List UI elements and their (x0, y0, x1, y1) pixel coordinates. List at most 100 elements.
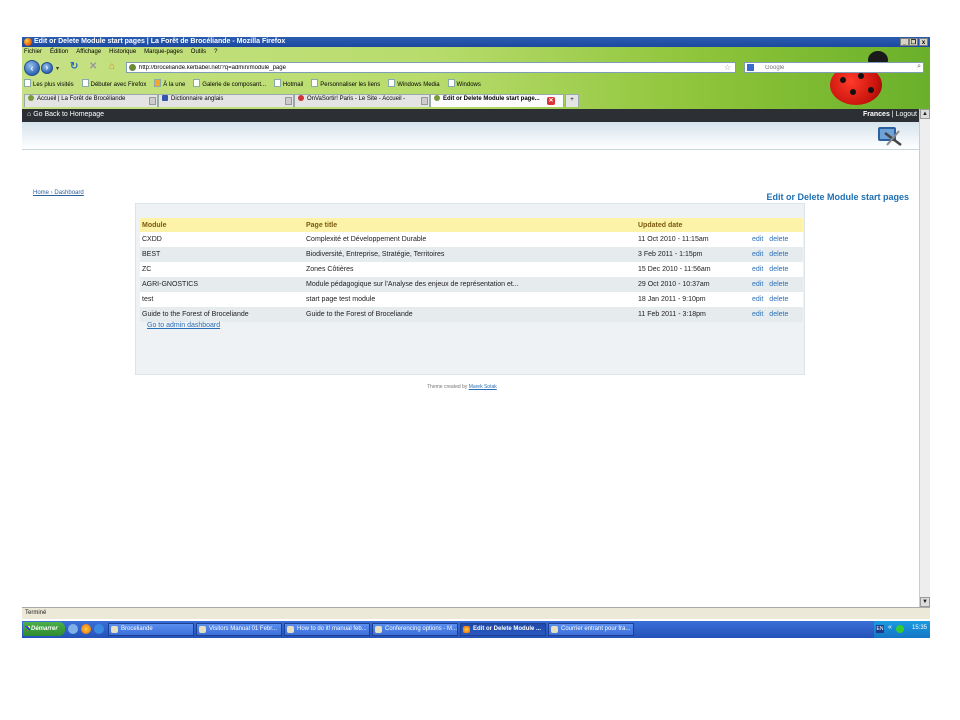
url-input[interactable] (139, 64, 699, 72)
browser-chrome: Fichier Édition Affichage Historique Mar… (22, 47, 930, 109)
delete-link[interactable]: delete (769, 236, 788, 243)
menu-edition[interactable]: Édition (50, 49, 68, 55)
table-row: AGRI-GNOSTICS Module pédagogique sur l'A… (140, 277, 803, 292)
cell-actions: edit delete (752, 307, 803, 322)
status-bar: Terminé (22, 607, 930, 619)
logout-link[interactable]: Logout (896, 111, 917, 118)
menu-marque-pages[interactable]: Marque-pages (144, 49, 183, 55)
task-visitors-manual[interactable]: Visitors Manual 01 Febr... (196, 623, 282, 636)
menu-outils[interactable]: Outils (191, 49, 206, 55)
task-courrier[interactable]: Courrier entrant pour fra... (548, 623, 634, 636)
task-how-to-do-it[interactable]: How to do it! manual feb... (284, 623, 370, 636)
admin-dashboard-link[interactable]: Go to admin dashboard (147, 322, 220, 329)
windows-taskbar: Démarrer Broceliande Visitors Manual 01 … (22, 621, 930, 638)
firefox-window: Edit or Delete Module start pages | La F… (22, 37, 930, 638)
go-back-homepage-link[interactable]: ⌂ Go Back to Homepage (27, 111, 104, 118)
scroll-down-arrow-icon[interactable]: ▼ (920, 597, 930, 607)
bookmark-item[interactable]: À la une (154, 79, 185, 88)
language-indicator[interactable]: EN (876, 625, 884, 633)
windows-logo-icon (25, 626, 30, 631)
home-icon[interactable]: ⌂ (109, 62, 115, 72)
bookmark-star-icon[interactable]: ☆ (724, 63, 731, 72)
tray-expand-icon[interactable]: « (888, 624, 892, 631)
stop-icon[interactable]: ✕ (89, 62, 97, 72)
scroll-up-arrow-icon[interactable]: ▲ (920, 109, 930, 119)
quicklaunch-desktop-icon[interactable] (68, 624, 78, 634)
edit-link[interactable]: edit (752, 251, 763, 258)
quicklaunch-firefox-icon[interactable] (81, 624, 91, 634)
cell-updated: 11 Oct 2010 - 11:15am (638, 232, 752, 247)
back-button[interactable]: ‹ (24, 60, 40, 76)
tab-close-icon[interactable] (285, 97, 292, 105)
delete-link[interactable]: delete (769, 296, 788, 303)
bookmarks-toolbar: Les plus visités Débuter avec Firefox À … (24, 79, 487, 89)
author-link[interactable]: Marek Sotak (469, 384, 497, 390)
cell-module: Guide to the Forest of Broceliande (140, 307, 306, 322)
cell-title: Biodiversité, Entreprise, Stratégie, Ter… (306, 247, 638, 262)
admin-header-bar: ⌂ Go Back to Homepage Frances | Logout (22, 109, 919, 122)
tab-close-icon[interactable]: ✕ (547, 97, 555, 105)
breadcrumb-dashboard[interactable]: Dashboard (54, 190, 83, 196)
column-header-page-title: Page title (306, 218, 638, 232)
bookmark-item[interactable]: Hotmail (273, 79, 303, 88)
delete-link[interactable]: delete (769, 281, 788, 288)
edit-link[interactable]: edit (752, 296, 763, 303)
tab-dictionnaire[interactable]: Dictionnaire anglais (158, 94, 294, 107)
table-row: test start page test module 18 Jan 2011 … (140, 292, 803, 307)
web-page: ⌂ Go Back to Homepage Frances | Logout H… (22, 109, 919, 607)
tab-onvasortir[interactable]: OnVaSortir! Paris - Le Site - Accueil - (294, 94, 430, 107)
table-row: ZC Zones Côtières 15 Dec 2010 - 11:56am … (140, 262, 803, 277)
document-icon (287, 626, 294, 633)
bookmark-item[interactable]: Windows (447, 79, 481, 88)
menu-help[interactable]: ? (214, 49, 217, 55)
minimize-button[interactable]: _ (900, 38, 909, 46)
tab-edit-module[interactable]: Edit or Delete Module start page... ✕ (430, 94, 564, 107)
username-link[interactable]: Frances (863, 111, 890, 118)
task-broceliande[interactable]: Broceliande (108, 623, 194, 636)
tab-accueil[interactable]: Accueil | La Forêt de Brocéliande (24, 94, 158, 107)
edit-link[interactable]: edit (752, 281, 763, 288)
task-edit-module[interactable]: Edit or Delete Module ... (460, 623, 546, 636)
reload-icon[interactable]: ↻ (70, 62, 78, 72)
forward-button[interactable]: › (41, 62, 53, 74)
search-input[interactable] (765, 64, 905, 72)
bookmark-item[interactable]: Personnaliser les liens (311, 79, 380, 88)
menu-historique[interactable]: Historique (109, 49, 136, 55)
column-header-updated: Updated date (638, 218, 752, 232)
address-bar[interactable]: ☆ (126, 62, 736, 73)
new-tab-button[interactable]: + (565, 94, 579, 107)
menu-fichier[interactable]: Fichier (24, 49, 42, 55)
menu-affichage[interactable]: Affichage (76, 49, 101, 55)
page-icon (447, 79, 455, 87)
tab-close-icon[interactable] (149, 97, 156, 105)
close-button[interactable]: x (919, 38, 928, 46)
google-engine-icon[interactable] (747, 64, 754, 71)
start-button[interactable]: Démarrer (23, 622, 65, 636)
firefox-icon (463, 626, 470, 633)
network-icon[interactable] (896, 625, 904, 633)
edit-link[interactable]: edit (752, 236, 763, 243)
system-tray: EN « 15:35 (874, 621, 930, 638)
maximize-button[interactable]: ❐ (909, 38, 918, 46)
delete-link[interactable]: delete (769, 266, 788, 273)
bookmark-item[interactable]: Les plus visités (24, 79, 74, 88)
edit-link[interactable]: edit (752, 311, 763, 318)
header-gradient (22, 122, 919, 150)
delete-link[interactable]: delete (769, 311, 788, 318)
task-conferencing[interactable]: Conferencing options - M... (372, 623, 458, 636)
quicklaunch-ie-icon[interactable] (94, 624, 104, 634)
delete-link[interactable]: delete (769, 251, 788, 258)
page-icon (273, 79, 281, 87)
bookmark-item[interactable]: Windows Media (388, 79, 440, 88)
history-dropdown-icon[interactable]: ▾ (56, 64, 59, 74)
breadcrumb-home[interactable]: Home (33, 190, 49, 196)
edit-link[interactable]: edit (752, 266, 763, 273)
mail-icon (551, 626, 558, 633)
search-magnifier-icon[interactable]: ⌕ (917, 63, 921, 71)
search-bar[interactable]: ⌕ (744, 62, 924, 73)
cell-updated: 11 Feb 2011 - 3:18pm (638, 307, 752, 322)
tab-close-icon[interactable] (421, 97, 428, 105)
bookmark-item[interactable]: Galerie de composant... (193, 79, 266, 88)
vertical-scrollbar[interactable]: ▲ ▼ (919, 109, 930, 607)
bookmark-item[interactable]: Débuter avec Firefox (81, 79, 146, 88)
